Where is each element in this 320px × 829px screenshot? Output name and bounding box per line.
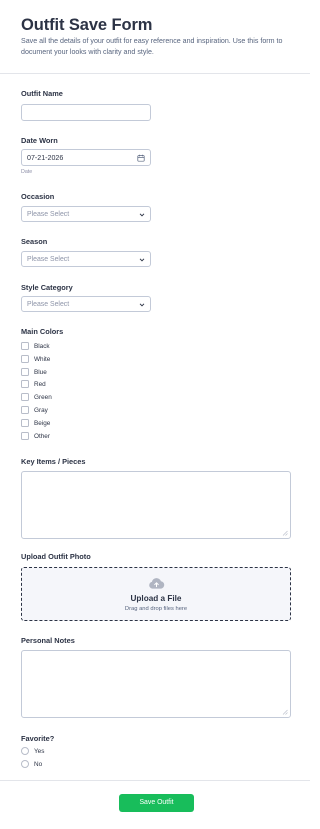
outfit-name-input[interactable]: [21, 104, 151, 121]
style-category-label: Style Category: [21, 283, 73, 292]
upload-photo-label: Upload Outfit Photo: [21, 552, 91, 561]
checkbox[interactable]: [21, 368, 29, 376]
color-option-gray[interactable]: Gray: [21, 406, 141, 415]
color-option-green[interactable]: Green: [21, 393, 141, 402]
checkbox-label: Green: [34, 393, 52, 401]
checkbox[interactable]: [21, 342, 29, 350]
checkbox[interactable]: [21, 432, 29, 440]
checkbox[interactable]: [21, 393, 29, 401]
radio-button[interactable]: [21, 760, 29, 768]
cloud-upload-icon: [149, 578, 165, 589]
occasion-label: Occasion: [21, 192, 55, 201]
style-category-select[interactable]: Please Select: [21, 296, 151, 312]
season-label: Season: [21, 237, 48, 246]
color-option-white[interactable]: White: [21, 355, 141, 364]
radio-label: Yes: [34, 747, 45, 755]
checkbox-label: Red: [34, 380, 46, 388]
color-option-blue[interactable]: Blue: [21, 368, 141, 377]
favorite-option-no[interactable]: No: [21, 760, 101, 769]
checkbox-label: Gray: [34, 406, 48, 414]
checkbox[interactable]: [21, 380, 29, 388]
upload-subtitle: Drag and drop files here: [124, 606, 188, 612]
style-category-selected: Please Select: [27, 300, 70, 308]
save-outfit-button[interactable]: Save Outfit: [119, 794, 194, 812]
checkbox[interactable]: [21, 419, 29, 427]
chevron-down-icon: [139, 258, 145, 262]
color-option-other[interactable]: Other: [21, 432, 141, 441]
file-upload-dropzone[interactable]: Upload a File Drag and drop files here: [21, 567, 291, 621]
date-worn-label: Date Worn: [21, 136, 58, 145]
footer-divider: [0, 780, 310, 781]
checkbox-label: Beige: [34, 419, 51, 427]
checkbox-label: Other: [34, 432, 50, 440]
checkbox-label: Blue: [34, 368, 47, 376]
radio-button[interactable]: [21, 747, 29, 755]
main-colors-label: Main Colors: [21, 327, 64, 336]
checkbox-label: White: [34, 355, 51, 363]
date-worn-value: 07-21-2026: [27, 154, 64, 162]
radio-label: No: [34, 760, 43, 768]
checkbox-label: Black: [34, 342, 50, 350]
resize-grip-icon[interactable]: [282, 709, 288, 715]
form-title: Outfit Save Form: [21, 16, 153, 34]
resize-grip-icon[interactable]: [282, 530, 288, 536]
personal-notes-label: Personal Notes: [21, 636, 75, 645]
favorite-label: Favorite?: [21, 734, 55, 743]
color-option-red[interactable]: Red: [21, 380, 141, 389]
date-worn-input[interactable]: 07-21-2026: [21, 149, 151, 166]
calendar-icon[interactable]: [137, 154, 145, 162]
checkbox[interactable]: [21, 406, 29, 414]
form-header: Outfit Save Form Save all the details of…: [0, 0, 310, 74]
checkbox[interactable]: [21, 355, 29, 363]
key-items-label: Key Items / Pieces: [21, 457, 86, 466]
form-description: Save all the details of your outfit for …: [21, 37, 283, 56]
color-option-black[interactable]: Black: [21, 342, 141, 351]
favorite-option-yes[interactable]: Yes: [21, 747, 101, 756]
date-worn-sublabel: Date: [21, 169, 33, 175]
season-select[interactable]: Please Select: [21, 251, 151, 267]
chevron-down-icon: [139, 303, 145, 307]
occasion-selected: Please Select: [27, 210, 70, 218]
outfit-name-label: Outfit Name: [21, 89, 63, 98]
personal-notes-textarea[interactable]: [21, 650, 291, 718]
season-selected: Please Select: [27, 255, 70, 263]
color-option-beige[interactable]: Beige: [21, 419, 141, 428]
occasion-select[interactable]: Please Select: [21, 206, 151, 222]
chevron-down-icon: [139, 213, 145, 217]
key-items-textarea[interactable]: [21, 471, 291, 539]
upload-title: Upload a File: [130, 594, 182, 603]
